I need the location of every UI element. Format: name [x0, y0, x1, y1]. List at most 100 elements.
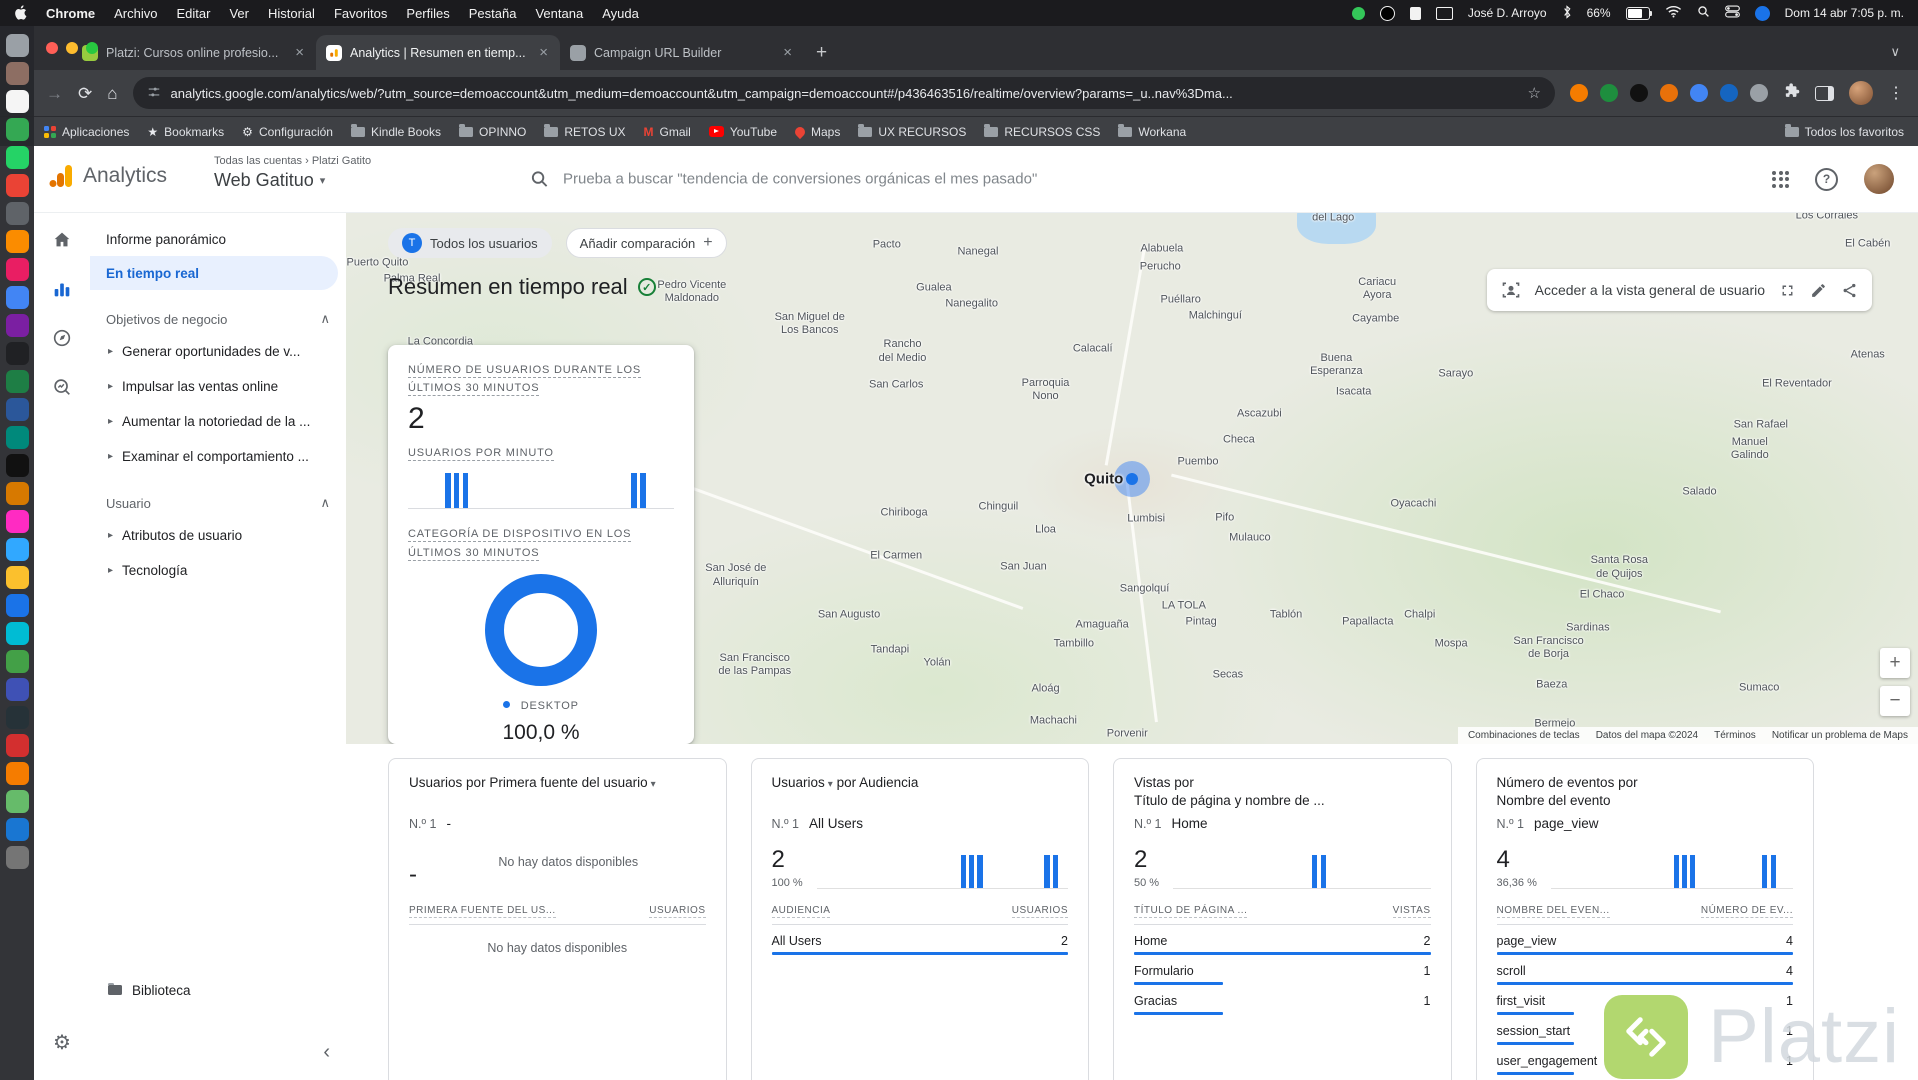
menu-item[interactable]: Ventana — [535, 6, 583, 21]
apple-menu-icon[interactable] — [14, 4, 27, 22]
dock-app-icon[interactable] — [5, 566, 29, 589]
nav-item-realtime[interactable]: En tiempo real — [90, 256, 338, 290]
tab-close-icon[interactable]: × — [781, 44, 794, 61]
bookmark-item[interactable]: M Gmail — [644, 125, 691, 139]
menubar-clock[interactable]: Dom 14 abr 7:05 p. m. — [1785, 6, 1904, 20]
home-button[interactable]: ⌂ — [107, 85, 117, 102]
user-overview-button[interactable]: Acceder a la vista general de usuario — [1486, 269, 1872, 311]
dock-app-icon[interactable] — [5, 482, 29, 505]
map-attribution-item[interactable]: Términos — [1714, 730, 1756, 741]
nav-section-goals[interactable]: Objetivos de negocio ∧ — [90, 304, 346, 334]
menu-item[interactable]: Chrome — [46, 6, 95, 21]
bookmark-item[interactable]: Workana — [1118, 124, 1186, 139]
dock-app-icon[interactable] — [5, 258, 29, 281]
nav-item-library[interactable]: Biblioteca — [90, 973, 209, 1007]
extension-icon[interactable] — [1750, 84, 1768, 102]
tab-search-icon[interactable]: ∨ — [1872, 44, 1918, 70]
collapse-nav-icon[interactable]: ‹ — [323, 1041, 330, 1064]
card-title[interactable]: Vistas por Título de página y nombre de … — [1134, 774, 1431, 814]
expand-arrow-icon[interactable]: ▸ — [108, 451, 113, 462]
bookmark-item[interactable]: RETOS UX — [544, 124, 626, 139]
bookmark-item[interactable]: Maps — [792, 124, 840, 139]
nav-sub-item[interactable]: ▸ Generar oportunidades de v... — [90, 334, 346, 369]
dock-app-icon[interactable] — [5, 706, 29, 729]
rail-explore-icon[interactable] — [42, 318, 82, 358]
control-center-icon[interactable] — [1724, 5, 1740, 21]
dock-app-icon[interactable] — [5, 202, 29, 225]
close-window-button[interactable] — [46, 42, 58, 54]
property-selector[interactable]: Web Gatituo ▾ — [214, 170, 371, 191]
diagnostics-grid-icon[interactable] — [1772, 170, 1789, 188]
extension-icon[interactable] — [1630, 84, 1648, 102]
nav-sub-item[interactable]: ▸ Impulsar las ventas online — [90, 369, 346, 404]
user-switcher-avatar[interactable] — [1754, 5, 1770, 21]
extensions-puzzle-icon[interactable] — [1783, 82, 1800, 104]
dock-app-icon[interactable] — [5, 34, 29, 57]
dock-app-icon[interactable] — [5, 314, 29, 337]
chrome-menu-icon[interactable]: ⋮ — [1888, 83, 1904, 103]
menu-item[interactable]: Ver — [229, 6, 249, 21]
minimize-window-button[interactable] — [66, 42, 78, 54]
menu-item[interactable]: Pestaña — [469, 6, 517, 21]
fullscreen-icon[interactable] — [1779, 282, 1796, 299]
rail-home-icon[interactable] — [42, 220, 82, 260]
site-settings-icon[interactable] — [147, 85, 161, 102]
nav-section-user[interactable]: Usuario ∧ — [90, 488, 346, 518]
dock-app-icon[interactable] — [5, 594, 29, 617]
nav-item-snapshot[interactable]: Informe panorámico — [90, 222, 346, 256]
all-users-chip[interactable]: T Todos los usuarios — [388, 228, 552, 258]
menu-item[interactable]: Ayuda — [602, 6, 639, 21]
menu-item[interactable]: Historial — [268, 6, 315, 21]
dock-app-icon[interactable] — [5, 790, 29, 813]
browser-tab[interactable]: Campaign URL Builder × — [560, 35, 804, 70]
dock-app-icon[interactable] — [5, 818, 29, 841]
address-bar[interactable]: analytics.google.com/analytics/web/?utm_… — [132, 77, 1555, 109]
dock-app-icon[interactable] — [5, 538, 29, 561]
expand-arrow-icon[interactable]: ▸ — [108, 530, 113, 541]
dock-app-icon[interactable] — [5, 230, 29, 253]
browser-tab[interactable]: Analytics | Resumen en tiemp... × — [316, 35, 560, 70]
menu-item[interactable]: Favoritos — [334, 6, 387, 21]
window-status-icon[interactable] — [1435, 6, 1453, 20]
browser-tab[interactable]: Platzi: Cursos online profesio... × — [72, 35, 316, 70]
extension-icon[interactable] — [1690, 84, 1708, 102]
bluetooth-icon[interactable] — [1562, 4, 1572, 22]
card-title[interactable]: Número de eventos por Nombre del evento — [1497, 774, 1794, 814]
help-icon[interactable]: ? — [1815, 167, 1838, 191]
ga-search[interactable]: Prueba a buscar "tendencia de conversion… — [530, 170, 1037, 189]
zoom-window-button[interactable] — [86, 42, 98, 54]
share-icon[interactable] — [1841, 282, 1858, 299]
card-title[interactable]: Usuarios por Primera fuente del usuario ▾ — [409, 774, 706, 814]
expand-arrow-icon[interactable]: ▸ — [108, 346, 113, 357]
card-title[interactable]: Usuarios ▾ por Audiencia — [772, 774, 1069, 814]
dock-app-icon[interactable] — [5, 370, 29, 393]
tab-close-icon[interactable]: × — [293, 44, 306, 61]
dock-app-icon[interactable] — [5, 510, 29, 533]
ga-brand[interactable]: Analytics — [48, 163, 167, 189]
dock-app-icon[interactable] — [5, 174, 29, 197]
new-tab-button[interactable]: + — [804, 42, 839, 70]
dock-app-icon[interactable] — [5, 678, 29, 701]
all-bookmarks-folder[interactable]: Todos los favoritos — [1784, 124, 1904, 139]
tab-close-icon[interactable]: × — [537, 44, 550, 61]
dock-app-icon[interactable] — [5, 146, 29, 169]
nav-sub-item[interactable]: ▸ Aumentar la notoriedad de la ... — [90, 404, 346, 439]
add-comparison-chip[interactable]: Añadir comparación + — [565, 228, 727, 258]
bookmark-item[interactable]: ⚙ Configuración — [242, 125, 333, 139]
dock-app-icon[interactable] — [5, 398, 29, 421]
document-status-icon[interactable] — [1409, 6, 1421, 20]
bookmark-item[interactable]: UX RECURSOS — [858, 124, 966, 139]
rail-advertising-icon[interactable] — [42, 367, 82, 407]
extension-icon[interactable] — [1660, 84, 1678, 102]
nav-sub-item[interactable]: ▸ Tecnología — [90, 553, 346, 588]
dock-app-icon[interactable] — [5, 734, 29, 757]
dock-app-icon[interactable] — [5, 286, 29, 309]
bookmark-item[interactable]: YouTube — [708, 125, 777, 139]
menu-item[interactable]: Editar — [176, 6, 210, 21]
bookmark-item[interactable]: ★ Bookmarks — [147, 125, 224, 139]
realtime-map[interactable]: Pacto Nanegal Alabuela Perucho del Lago Los C… — [346, 212, 1918, 744]
map-attribution-item[interactable]: Combinaciones de teclas — [1468, 730, 1580, 741]
nav-sub-item[interactable]: ▸ Atributos de usuario — [90, 518, 346, 553]
extension-icon[interactable] — [1600, 84, 1618, 102]
menu-item[interactable]: Archivo — [114, 6, 157, 21]
